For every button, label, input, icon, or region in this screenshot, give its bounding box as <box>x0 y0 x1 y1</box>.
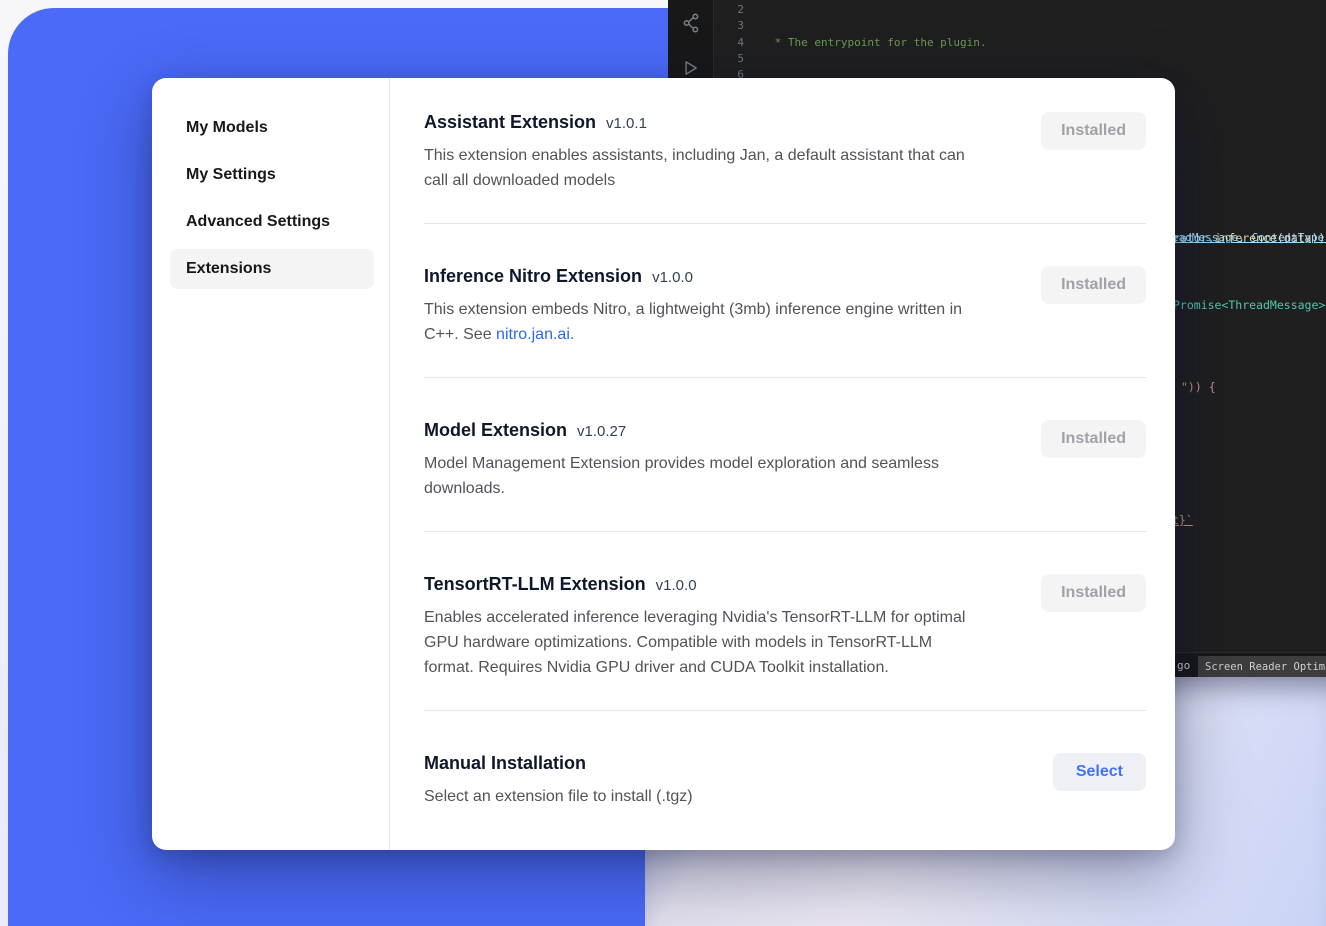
sidebar-item-advanced-settings[interactable]: Advanced Settings <box>170 202 374 242</box>
extension-row-tensorrt-llm: TensortRT-LLM Extension v1.0.0 Enables ac… <box>424 574 1146 680</box>
extension-description: Model Management Extension provides mode… <box>424 451 984 501</box>
extension-version: v1.0.0 <box>656 577 697 594</box>
line-number: 3 <box>714 18 744 34</box>
manual-installation-description: Select an extension file to install (.tg… <box>424 784 693 809</box>
code-line-comment: * The entrypoint for the plugin. <box>768 35 1326 51</box>
extensions-content: Assistant Extension v1.0.1 This extension… <box>390 78 1175 850</box>
sidebar-item-extensions[interactable]: Extensions <box>170 249 374 289</box>
line-number: 4 <box>714 35 744 51</box>
extension-title-row: Assistant Extension v1.0.1 <box>424 112 984 133</box>
installed-button[interactable]: Installed <box>1041 420 1146 458</box>
section-divider <box>424 710 1146 711</box>
nitro-jan-ai-link[interactable]: nitro.jan.ai. <box>496 326 574 343</box>
page-background: 2 3 4 5 6 * The entrypoint for the plugi… <box>0 0 1326 926</box>
extension-version: v1.0.27 <box>577 423 626 440</box>
settings-modal: My Models My Settings Advanced Settings … <box>152 78 1175 850</box>
sidebar-item-my-models[interactable]: My Models <box>170 108 374 148</box>
extension-row-assistant: Assistant Extension v1.0.1 This extension… <box>424 112 1146 193</box>
select-file-button[interactable]: Select <box>1053 753 1146 791</box>
extension-version: v1.0.0 <box>652 269 693 286</box>
extension-name: Model Extension <box>424 420 567 440</box>
installed-button[interactable]: Installed <box>1041 112 1146 150</box>
extension-description: Enables accelerated inference leveraging… <box>424 605 984 680</box>
extension-name: TensortRT-LLM Extension <box>424 574 646 594</box>
extension-row-inference-nitro: Inference Nitro Extension v1.0.0 This ext… <box>424 266 1146 347</box>
editor-line-numbers: 2 3 4 5 6 <box>714 2 744 83</box>
section-divider <box>424 377 1146 378</box>
manual-installation-title: Manual Installation <box>424 753 693 774</box>
screen-reader-optimize-badge[interactable]: Screen Reader Optimize <box>1198 656 1326 677</box>
installed-button[interactable]: Installed <box>1041 574 1146 612</box>
extension-description: This extension embeds Nitro, a lightweig… <box>424 297 984 347</box>
extension-name: Inference Nitro Extension <box>424 266 642 286</box>
installed-button[interactable]: Installed <box>1041 266 1146 304</box>
extension-version: v1.0.1 <box>606 115 647 132</box>
line-number: 2 <box>714 2 744 18</box>
run-debug-icon[interactable] <box>681 59 701 79</box>
sidebar-item-my-settings[interactable]: My Settings <box>170 155 374 195</box>
manual-installation-row: Manual Installation Select an extension … <box>424 753 1146 809</box>
extension-row-model: Model Extension v1.0.27 Model Management … <box>424 420 1146 501</box>
source-control-graph-icon[interactable] <box>681 13 701 33</box>
code-fragment-template-close: t}` <box>1172 512 1193 528</box>
line-number: 5 <box>714 51 744 67</box>
settings-sidebar: My Models My Settings Advanced Settings … <box>152 78 390 850</box>
section-divider <box>424 223 1146 224</box>
extension-title-row: Inference Nitro Extension v1.0.0 <box>424 266 984 287</box>
code-fragment-string-close: ")) { <box>1181 379 1216 395</box>
extension-title-row: Model Extension v1.0.27 <box>424 420 984 441</box>
code-fragment-promise-type: Promise<ThreadMessage> <box>1173 297 1325 313</box>
section-divider <box>424 531 1146 532</box>
extension-title-row: TensortRT-LLM Extension v1.0.0 <box>424 574 984 595</box>
code-fragment-inference-call: rator.inference(data)); <box>1173 230 1326 246</box>
extension-description: This extension enables assistants, inclu… <box>424 143 984 193</box>
status-bar-text: go <box>1177 658 1190 674</box>
extension-name: Assistant Extension <box>424 112 596 132</box>
